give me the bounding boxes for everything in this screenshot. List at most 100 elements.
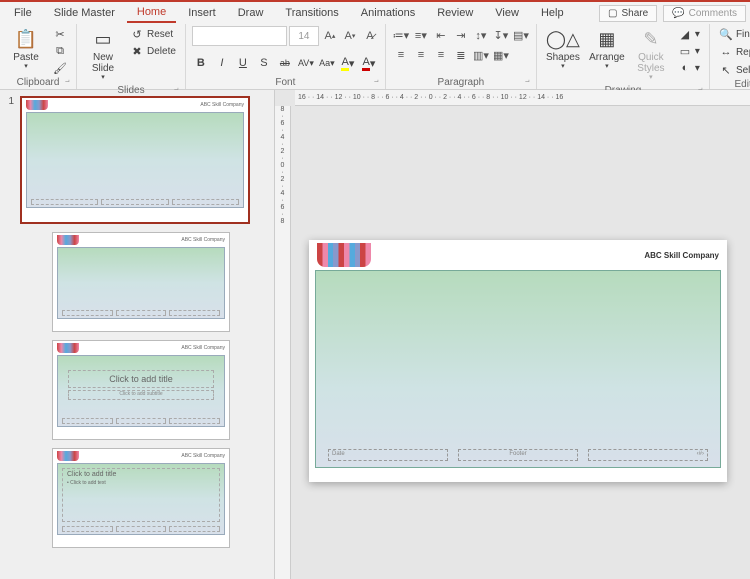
case-button[interactable]: Aa▾ [318,54,336,72]
bold-button[interactable]: B [192,54,210,72]
group-paragraph: ≔▾ ≡▾ ⇤ ⇥ ↕▾ ↧▾ ▤▾ ≡ ≡ ≡ ≣ ▥▾ ▦▾ Paragra… [386,24,537,89]
tab-insert[interactable]: Insert [178,4,226,22]
copy-button[interactable]: ⧉ [50,43,70,59]
new-slide-icon: ▭ [91,28,115,52]
shape-outline-button[interactable]: ▭▾ [675,43,703,59]
group-drawing: ◯△Shapes▾ ▦Arrange▾ ✎Quick Styles▾ ◢▾ ▭▾… [537,24,710,89]
layout-thumb-2[interactable]: ABC Skill Company Click to add title Cli… [52,340,230,440]
shrink-font-button[interactable]: A▾ [341,27,359,45]
subtitle-placeholder: Click to add subtitle [68,390,214,400]
tab-view[interactable]: View [485,4,529,22]
outline-icon: ▭ [678,44,692,58]
font-name-input[interactable] [192,26,287,46]
thumb-number: 1 [4,96,14,107]
comments-button[interactable]: 💬Comments [663,5,746,22]
replace-button[interactable]: ↔Replace ▾ [716,44,750,60]
tab-transitions[interactable]: Transitions [275,4,348,22]
clear-format-button[interactable]: A̷ [361,27,379,45]
shape-fill-button[interactable]: ◢▾ [675,26,703,42]
edit-area: 16 · · 14 · · 12 · · 10 · · 8 · · 6 · · … [275,90,750,579]
tab-draw[interactable]: Draw [228,4,274,22]
quick-styles-button[interactable]: ✎Quick Styles▾ [631,26,671,84]
find-button[interactable]: 🔍Find [716,26,750,42]
line-spacing-button[interactable]: ↕▾ [472,26,490,44]
footer-placeholder[interactable]: Footer [458,449,578,461]
tab-review[interactable]: Review [427,4,483,22]
grow-font-button[interactable]: A▴ [321,27,339,45]
logo-icon [57,235,79,245]
align-left-button[interactable]: ≡ [392,46,410,64]
page-number-placeholder[interactable]: ‹#› [588,449,708,461]
group-label-font: Font [192,76,379,89]
tab-slide-master[interactable]: Slide Master [44,4,125,22]
shapes-icon: ◯△ [551,28,575,52]
reset-button[interactable]: ↺Reset [127,26,179,42]
scissors-icon: ✂ [53,27,67,41]
group-label-clipboard: Clipboard [6,76,70,89]
title-placeholder: Click to add title [68,370,214,388]
delete-button[interactable]: ✖Delete [127,43,179,59]
cut-button[interactable]: ✂ [50,26,70,42]
align-center-button[interactable]: ≡ [412,46,430,64]
smartart-button[interactable]: ▦▾ [492,46,510,64]
menu-bar: File Slide Master Home Insert Draw Trans… [0,2,750,24]
replace-icon: ↔ [719,45,733,59]
paste-icon: 📋 [14,28,38,52]
highlight-button[interactable]: A▾ [339,54,357,72]
share-icon: ▢ [608,8,617,19]
columns-button[interactable]: ▥▾ [472,46,490,64]
content-placeholder: Click to add title • Click to add text [62,468,220,522]
search-icon: 🔍 [719,27,733,41]
italic-button[interactable]: I [213,54,231,72]
inc-indent-button[interactable]: ⇥ [452,26,470,44]
shapes-button[interactable]: ◯△Shapes▾ [543,26,583,73]
dec-indent-button[interactable]: ⇤ [432,26,450,44]
brush-icon: 🖌 [53,61,67,75]
font-color-button[interactable]: A▾ [360,54,378,72]
group-font: A▴ A▾ A̷ B I U S ab AV▾ Aa▾ A▾ A▾ Font [186,24,386,89]
numbering-button[interactable]: ≡▾ [412,26,430,44]
font-size-input[interactable] [289,26,319,46]
align-text-button[interactable]: ▤▾ [512,26,530,44]
group-slides: ▭ New Slide▾ ↺Reset ✖Delete Slides [77,24,186,89]
logo-icon [26,100,48,110]
text-direction-button[interactable]: ↧▾ [492,26,510,44]
tab-home[interactable]: Home [127,3,176,23]
slide-panel: 1 ABC Skill Company ABC Skill Company AB… [0,90,275,579]
vertical-ruler[interactable]: 8·6· 4·2· 0·2· 4·6· 8 [275,106,291,579]
reset-icon: ↺ [130,27,144,41]
group-label-paragraph: Paragraph [392,76,530,89]
fill-icon: ◢ [678,27,692,41]
format-painter-button[interactable]: 🖌 [50,60,70,76]
styles-icon: ✎ [639,28,663,52]
shape-effects-button[interactable]: ◐▾ [675,60,703,76]
logo-icon [57,451,79,461]
bullets-button[interactable]: ≔▾ [392,26,410,44]
strike-button[interactable]: ab [276,54,294,72]
delete-icon: ✖ [130,44,144,58]
group-label-slides: Slides [83,84,179,97]
master-thumb[interactable]: ABC Skill Company [20,96,250,224]
justify-button[interactable]: ≣ [452,46,470,64]
comment-icon: 💬 [672,8,684,19]
slide-logo-icon [317,243,371,267]
underline-button[interactable]: U [234,54,252,72]
spacing-button[interactable]: AV▾ [297,54,315,72]
share-button[interactable]: ▢Share [599,5,657,22]
slide-canvas[interactable]: ABC Skill Company Date Footer ‹#› [309,240,727,482]
tab-help[interactable]: Help [531,4,574,22]
group-editing: 🔍Find ↔Replace ▾ ↖Select ▾ Editing [710,24,750,89]
paste-button[interactable]: 📋 Paste▾ [6,26,46,73]
layout-thumb-3[interactable]: ABC Skill Company Click to add title • C… [52,448,230,548]
new-slide-button[interactable]: ▭ New Slide▾ [83,26,123,84]
layout-thumb-1[interactable]: ABC Skill Company [52,232,230,332]
horizontal-ruler[interactable]: 16 · · 14 · · 12 · · 10 · · 8 · · 6 · · … [295,90,750,106]
date-placeholder[interactable]: Date [328,449,448,461]
company-label: ABC Skill Company [644,251,719,260]
shadow-button[interactable]: S [255,54,273,72]
tab-file[interactable]: File [4,4,42,22]
align-right-button[interactable]: ≡ [432,46,450,64]
select-button[interactable]: ↖Select ▾ [716,62,750,78]
arrange-button[interactable]: ▦Arrange▾ [587,26,627,73]
tab-animations[interactable]: Animations [351,4,425,22]
